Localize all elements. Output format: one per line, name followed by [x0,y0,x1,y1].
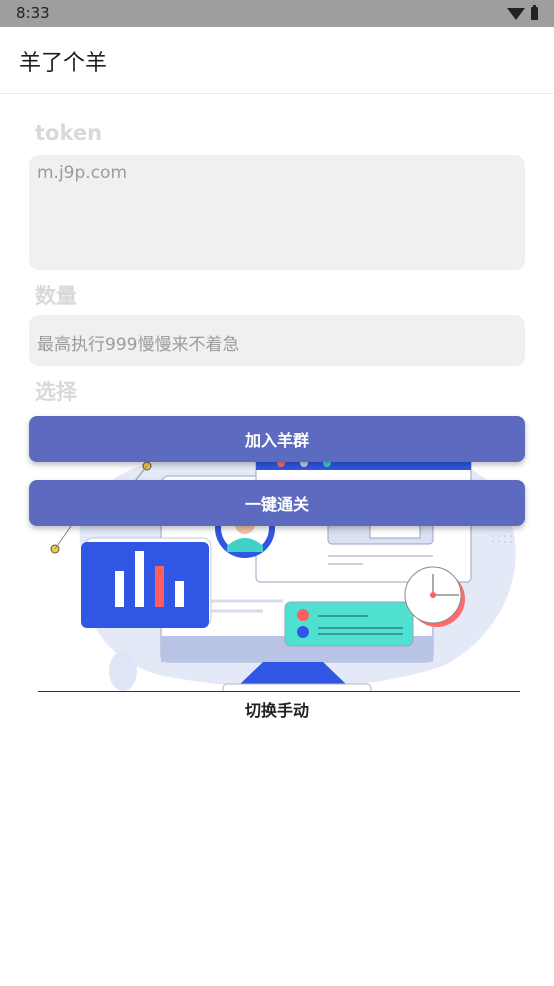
count-input[interactable]: 最高执行999慢慢来不着急 [29,315,525,366]
status-time: 8:33 [16,4,50,22]
token-placeholder: m.j9p.com [37,163,128,183]
battery-icon [531,5,538,20]
token-label: token [35,121,103,145]
divider [38,691,520,692]
count-label: 数量 [35,284,77,308]
wifi-icon [507,7,525,20]
one-click-clear-button[interactable]: 一键通关 [29,480,525,526]
app-bar: 羊了个羊 [0,27,554,94]
token-input[interactable]: m.j9p.com [29,155,525,270]
switch-manual-button[interactable]: 切换手动 [0,697,554,721]
count-placeholder: 最高执行999慢慢来不着急 [37,335,240,355]
join-group-button[interactable]: 加入羊群 [29,416,525,462]
status-bar: 8:33 [0,0,554,27]
page-title: 羊了个羊 [19,51,108,76]
choose-label: 选择 [35,380,77,404]
